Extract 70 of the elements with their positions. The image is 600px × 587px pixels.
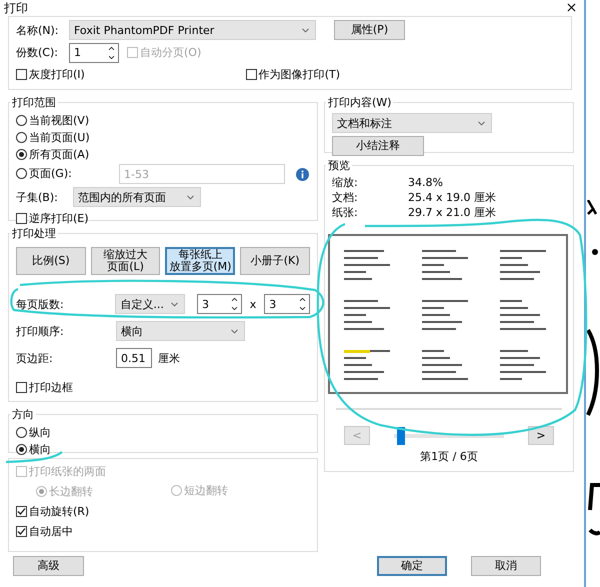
radio-label: 所有页面(A) <box>29 147 90 162</box>
checkbox-label: 逆序打印(E) <box>29 210 89 226</box>
radio-button[interactable] <box>16 427 27 438</box>
info-value: 34.8% <box>408 176 443 189</box>
field-label: 子集(B): <box>16 190 59 204</box>
radio-label: 长边翻转 <box>49 484 93 498</box>
radio-button[interactable] <box>16 115 27 126</box>
group-title: 打印处理 <box>11 226 57 241</box>
radio-button[interactable] <box>16 132 27 143</box>
checkbox[interactable] <box>16 212 27 224</box>
field-label: 名称(N): <box>16 22 60 38</box>
radio-label: 当前视图(V) <box>29 113 90 128</box>
columns-field[interactable]: 3 <box>196 294 242 314</box>
window-title: 打印 <box>4 2 28 14</box>
content-select[interactable]: 文档和标注 <box>332 113 492 133</box>
radio-button[interactable] <box>16 149 27 160</box>
group-title: 方向 <box>11 407 35 422</box>
checkbox-label: 灰度打印(I) <box>29 67 85 82</box>
group-title: 预览 <box>327 158 351 173</box>
mode-button[interactable]: 每张纸上 放置多页(M) <box>165 247 236 275</box>
radio-label: 短边翻转 <box>184 483 228 498</box>
field-label: 份数(C): <box>16 45 59 60</box>
field-label: 打印顺序: <box>16 324 65 338</box>
checkbox[interactable] <box>16 69 27 80</box>
checkbox-label: 作为图像打印(T) <box>258 67 340 82</box>
checkbox[interactable] <box>16 526 27 536</box>
times-sign: x <box>250 298 256 310</box>
radio-label: 页面(G): <box>29 166 72 181</box>
page-indicator: 第1页 / 6页 <box>420 449 478 464</box>
info-label: 纸张: <box>332 205 359 220</box>
info-icon[interactable] <box>296 168 309 180</box>
group-title: 打印内容(W) <box>327 95 392 110</box>
properties-button[interactable]: 属性(P) <box>334 20 405 40</box>
checkbox-label: 自动居中 <box>29 524 73 538</box>
field-label: 每页版数: <box>16 296 65 312</box>
info-value: 29.7 x 21.0 厘米 <box>408 205 496 220</box>
radio-button[interactable] <box>16 168 27 179</box>
info-value: 25.4 x 19.0 厘米 <box>408 190 496 205</box>
advanced-button[interactable]: 高级 <box>13 556 84 576</box>
radio-label: 当前页面(U) <box>29 130 90 145</box>
mode-button[interactable]: 缩放过大 页面(L) <box>90 247 160 275</box>
dialog-button[interactable]: 取消 <box>471 556 541 576</box>
printer-select[interactable]: Foxit PhantomPDF Printer <box>69 20 316 40</box>
radio-label: 横向 <box>29 442 51 457</box>
info-label: 缩放: <box>332 175 359 190</box>
dialog-button[interactable]: 确定 <box>377 556 447 576</box>
copies-field[interactable]: 1 <box>69 42 119 63</box>
checkbox[interactable] <box>246 69 257 80</box>
checkbox-label: 自动旋转(R) <box>29 504 90 518</box>
rows-field[interactable]: 3 <box>264 294 310 314</box>
checkbox-label: 打印边框 <box>29 380 73 394</box>
unit-label: 厘米 <box>158 350 180 366</box>
info-label: 文档: <box>332 190 359 205</box>
checkbox[interactable] <box>16 506 27 516</box>
pages-per-sheet-select[interactable]: 自定义... <box>115 294 186 314</box>
checkbox-label: 打印纸张的两面 <box>29 464 106 478</box>
margin-field[interactable]: 0.51 <box>116 348 152 368</box>
summarize-button[interactable]: 小结注释 <box>332 136 424 156</box>
next-page-button[interactable]: > <box>528 426 554 445</box>
print-order-select[interactable]: 横向 <box>116 321 245 341</box>
close-icon[interactable] <box>565 1 578 14</box>
mode-button[interactable]: 比例(S) <box>16 247 86 275</box>
checkbox-label: 自动分页(O) <box>140 45 202 60</box>
group-title: 打印范围 <box>11 95 57 110</box>
mode-button[interactable]: 小册子(K) <box>240 247 310 275</box>
checkbox[interactable] <box>16 382 27 392</box>
field-label: 页边距: <box>16 350 54 366</box>
subset-select[interactable]: 范围内的所有页面 <box>73 187 201 207</box>
radio-button[interactable] <box>16 444 27 455</box>
radio-label: 纵向 <box>29 425 51 440</box>
